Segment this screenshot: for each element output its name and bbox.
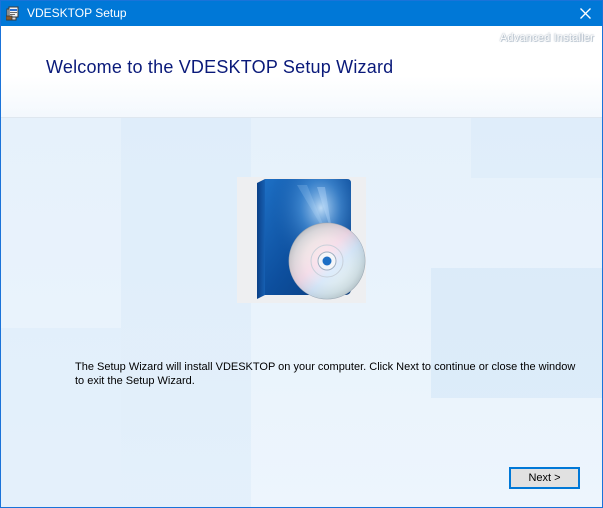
installer-icon xyxy=(5,6,20,21)
brand-watermark: Advanced Installer xyxy=(499,32,594,44)
wizard-header: Advanced Installer Welcome to the VDESKT… xyxy=(1,26,602,118)
page-title: Welcome to the VDESKTOP Setup Wizard xyxy=(46,57,394,77)
next-button[interactable]: Next > xyxy=(509,467,580,489)
title-bar[interactable]: VDESKTOP Setup xyxy=(1,1,602,26)
close-button[interactable] xyxy=(568,1,602,26)
close-icon xyxy=(579,8,591,19)
wizard-description: The Setup Wizard will install VDESKTOP o… xyxy=(75,361,576,387)
setup-window: VDESKTOP Setup Advanced Installer Welcom… xyxy=(0,0,603,508)
window-title: VDESKTOP Setup xyxy=(27,6,127,20)
software-box-cd-icon xyxy=(237,177,366,303)
